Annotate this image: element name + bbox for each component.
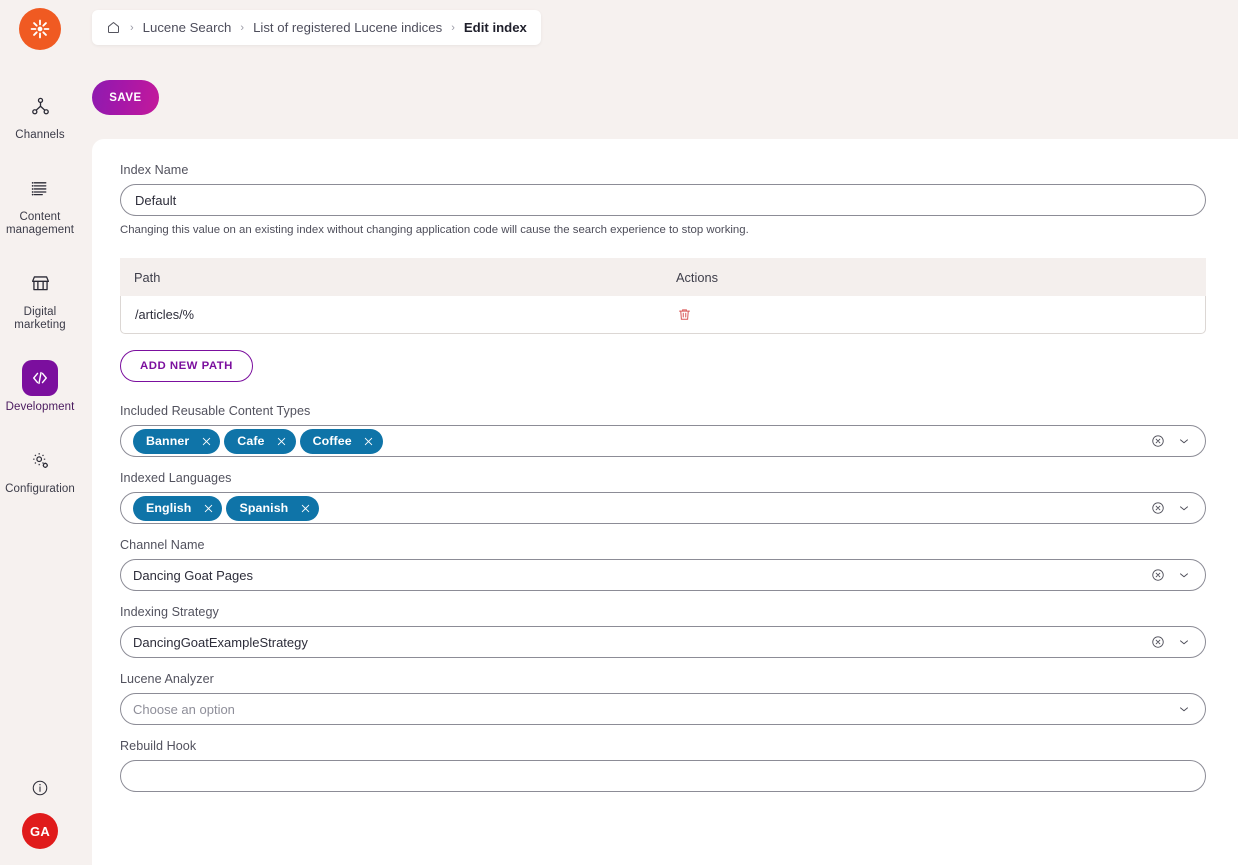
field-rebuild-hook: Rebuild Hook [120, 739, 1210, 792]
digital-marketing-icon [22, 265, 58, 301]
paths-table-header: Path Actions [120, 258, 1206, 296]
field-lucene-analyzer: Lucene Analyzer Choose an option [120, 672, 1210, 725]
sidebar-footer: GA [0, 779, 80, 849]
chip[interactable]: Cafe [224, 428, 296, 454]
edit-index-form-card: Index Name Default Changing this value o… [92, 139, 1238, 865]
sidebar-item-label: Development [5, 401, 75, 413]
index-name-hint: Changing this value on an existing index… [120, 224, 749, 236]
circle-x-icon[interactable] [1151, 434, 1165, 448]
cell-actions [677, 307, 877, 322]
select-icons [1151, 568, 1195, 582]
rebuild-hook-label: Rebuild Hook [120, 739, 197, 753]
field-reusable-content-types: Included Reusable Content Types Banner C… [120, 404, 1210, 457]
avatar[interactable]: GA [22, 813, 58, 849]
sidebar-item-digital-marketing[interactable]: Digital marketing [0, 265, 80, 332]
rebuild-hook-input[interactable] [120, 760, 1206, 792]
breadcrumb-item-indices-list[interactable]: List of registered Lucene indices [253, 20, 442, 35]
chip-label: Coffee [312, 434, 352, 448]
gear-icon [22, 442, 58, 478]
breadcrumb-separator: › [240, 21, 245, 34]
select-icons [1151, 635, 1195, 649]
add-new-path-button[interactable]: ADD NEW PATH [120, 350, 253, 382]
chip-label: Cafe [237, 434, 265, 448]
reusable-content-types-label: Included Reusable Content Types [120, 404, 311, 418]
select-icons [1151, 434, 1195, 448]
lucene-analyzer-select[interactable]: Choose an option [120, 693, 1206, 725]
select-icons [1151, 501, 1195, 515]
reusable-content-types-chips: Banner Cafe Coffee [133, 428, 1151, 454]
chip[interactable]: English [133, 495, 223, 521]
index-name-label: Index Name [120, 163, 189, 177]
code-icon [22, 360, 58, 396]
column-header-actions: Actions [676, 269, 718, 285]
circle-x-icon[interactable] [1151, 501, 1165, 515]
chip-remove-icon[interactable] [360, 432, 378, 450]
chevron-down-icon[interactable] [1177, 568, 1191, 582]
chip-remove-icon[interactable] [199, 499, 217, 517]
chip-label: English [146, 501, 192, 515]
sidebar: Channels Content management Digital mark… [0, 0, 80, 865]
sidebar-item-label: Content management [5, 211, 75, 236]
channel-name-select[interactable]: Dancing Goat Pages [120, 559, 1206, 591]
indexing-strategy-select[interactable]: DancingGoatExampleStrategy [120, 626, 1206, 658]
trash-icon[interactable] [677, 307, 692, 322]
channel-name-label: Channel Name [120, 538, 205, 552]
field-index-name: Index Name Default Changing this value o… [120, 163, 1210, 236]
lucene-analyzer-label: Lucene Analyzer [120, 672, 214, 686]
breadcrumb-item-lucene-search[interactable]: Lucene Search [143, 20, 232, 35]
sidebar-item-label: Digital marketing [14, 306, 66, 331]
circle-x-icon[interactable] [1151, 568, 1165, 582]
sidebar-item-configuration[interactable]: Configuration [0, 442, 80, 496]
form-area: Index Name Default Changing this value o… [92, 139, 1238, 826]
breadcrumb-separator: › [130, 21, 134, 34]
table-row: /articles/% [120, 296, 1206, 334]
home-icon[interactable] [106, 20, 121, 35]
chip[interactable]: Coffee [299, 428, 383, 454]
indexed-languages-chips: English Spanish [133, 495, 1151, 521]
field-indexed-languages: Indexed Languages English Spanish [120, 471, 1210, 524]
lucene-analyzer-value: Choose an option [133, 701, 235, 717]
indexing-strategy-value: DancingGoatExampleStrategy [133, 634, 308, 650]
breadcrumb-item-edit-index: Edit index [463, 20, 527, 35]
save-button[interactable]: SAVE [92, 80, 159, 115]
chevron-down-icon[interactable] [1177, 702, 1191, 716]
paths-table: Path Actions /articles/% ADD NEW PATH [120, 258, 1206, 382]
content-management-icon [22, 170, 58, 206]
cell-path: /articles/% [135, 307, 195, 322]
chevron-down-icon[interactable] [1177, 635, 1191, 649]
chevron-down-icon[interactable] [1177, 501, 1191, 515]
app-logo[interactable] [19, 8, 61, 50]
chip-label: Banner [146, 434, 190, 448]
field-indexing-strategy: Indexing Strategy DancingGoatExampleStra… [120, 605, 1210, 658]
circle-x-icon[interactable] [1151, 635, 1165, 649]
chip[interactable]: Banner [133, 428, 221, 454]
column-header-path: Path [134, 269, 161, 285]
select-icons [1177, 702, 1195, 716]
breadcrumb: › Lucene Search › List of registered Luc… [92, 10, 541, 45]
reusable-content-types-select[interactable]: Banner Cafe Coffee [120, 425, 1206, 457]
indexed-languages-select[interactable]: English Spanish [120, 492, 1206, 524]
chip-remove-icon[interactable] [197, 432, 215, 450]
sidebar-item-development[interactable]: Development [0, 360, 80, 414]
info-circle-icon[interactable] [31, 779, 49, 797]
index-name-input[interactable]: Default [120, 184, 1206, 216]
sidebar-nav: Channels Content management Digital mark… [0, 88, 80, 524]
chevron-down-icon[interactable] [1177, 434, 1191, 448]
chip-remove-icon[interactable] [273, 432, 291, 450]
sidebar-item-label: Channels [15, 129, 65, 141]
chip[interactable]: Spanish [226, 495, 320, 521]
kentico-starburst-logo-icon [30, 19, 50, 39]
sidebar-item-label: Configuration [5, 483, 75, 495]
breadcrumb-separator: › [451, 21, 455, 34]
sidebar-item-content-management[interactable]: Content management [0, 170, 80, 237]
chip-label: Spanish [239, 501, 289, 515]
indexing-strategy-label: Indexing Strategy [120, 605, 219, 619]
field-channel-name: Channel Name Dancing Goat Pages [120, 538, 1210, 591]
channels-icon [22, 88, 58, 124]
chip-remove-icon[interactable] [296, 499, 314, 517]
channel-name-value: Dancing Goat Pages [133, 567, 253, 583]
sidebar-item-channels[interactable]: Channels [0, 88, 80, 142]
indexed-languages-label: Indexed Languages [120, 471, 232, 485]
